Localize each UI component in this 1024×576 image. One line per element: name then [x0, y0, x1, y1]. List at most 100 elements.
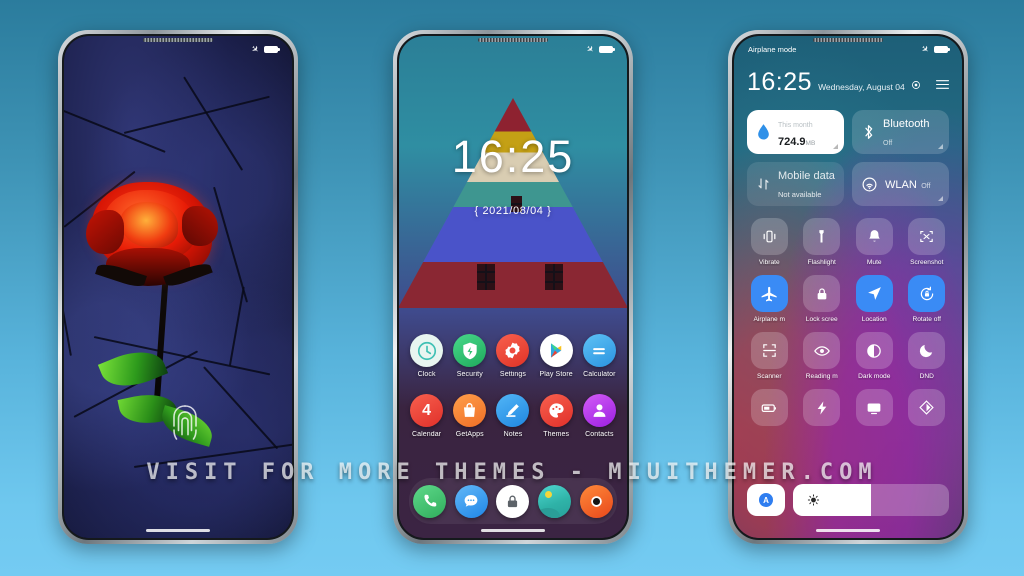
brightness-slider[interactable] [793, 484, 949, 516]
toggle-label: Screenshot [910, 259, 944, 266]
toggle-screenshot[interactable]: Screenshot [905, 218, 950, 266]
tile-sublabel: Off [921, 183, 931, 190]
home-indicator [481, 529, 545, 532]
phone-left-lockscreen: ✈ [58, 30, 298, 544]
toggle-label: Dark mode [858, 373, 891, 380]
app-contacts[interactable]: Contacts [579, 394, 619, 438]
app-label: Settings [499, 371, 527, 378]
mobile-data-tile[interactable]: Mobile data Not available [747, 162, 844, 206]
phone2-screen: 16:25 { 2021/08/04 } Clock Security Sett… [399, 36, 627, 538]
airplane-icon: ✈ [919, 42, 932, 55]
toggle-lock-screen[interactable]: Lock scree [800, 275, 845, 323]
toggle-sync-color[interactable] [905, 389, 950, 430]
fingerprint-icon[interactable] [167, 400, 203, 444]
toggle-vibrate[interactable]: Vibrate [747, 218, 792, 266]
toggle-mute[interactable]: Mute [852, 218, 897, 266]
toggle-label: Rotate off [912, 316, 941, 323]
toggle-scanner[interactable]: Scanner [747, 332, 792, 380]
earpiece-speaker [478, 38, 548, 42]
app-label: Calendar [411, 431, 442, 438]
toggle-label: Flashlight [807, 259, 836, 266]
statusbar-label: Airplane mode [748, 44, 797, 54]
screenshot-canvas: ✈ 16:25 {2021/08/04} Clock Security Se… [0, 0, 1024, 576]
phone3-screen: Airplane mode ✈ 16:25 Wednesday, August … [734, 36, 962, 538]
wlan-tile[interactable]: WLAN Off [852, 162, 949, 206]
earpiece-speaker [813, 38, 883, 42]
battery-icon [599, 45, 615, 53]
toggle-reading-mode[interactable]: Reading m [800, 332, 845, 380]
app-settings[interactable]: Settings [493, 334, 533, 378]
cc-date: Wednesday, August 04 [818, 82, 905, 92]
toggle-label: Lock scree [805, 316, 838, 323]
dock-gallery[interactable] [538, 484, 572, 518]
toggle-cast-screen[interactable] [852, 389, 897, 430]
toggle-dark-mode[interactable]: Dark mode [852, 332, 897, 380]
toggle-flashlight[interactable]: Flashlight [800, 218, 845, 266]
clock-icon [410, 334, 444, 367]
data-usage-tile[interactable]: This month 724.9MB [747, 110, 844, 154]
toggle-battery-saver[interactable] [747, 389, 792, 430]
battery-icon [934, 45, 950, 53]
dock-security[interactable] [496, 484, 530, 518]
gear-icon[interactable] [911, 80, 921, 90]
dock-phone[interactable] [413, 484, 447, 518]
dock [409, 478, 617, 524]
toggle-lightning[interactable] [800, 389, 845, 430]
dock-messages[interactable] [454, 484, 488, 518]
toggle-row-4 [747, 389, 949, 430]
dock-browser[interactable] [579, 484, 613, 518]
app-notes[interactable]: Notes [493, 394, 533, 438]
app-grid: Clock Security Settings Play Store Calcu… [399, 334, 627, 438]
lock-icon [803, 275, 841, 312]
toggle-row-2: Airplane m Lock scree Location Rotate of… [747, 275, 949, 323]
toggle-label: Location [861, 316, 887, 323]
clock-time: 16:25 [451, 131, 575, 182]
home-indicator [816, 529, 880, 532]
tile-sublabel: This month [778, 122, 813, 129]
app-label: GetApps [455, 431, 484, 438]
app-label: Contacts [585, 431, 614, 438]
cast-screen-icon [855, 389, 893, 426]
app-row-1: Clock Security Settings Play Store Calcu… [399, 334, 627, 378]
toggle-label: Mute [866, 259, 882, 266]
toggle-rotate-off[interactable]: Rotate off [905, 275, 950, 323]
home-indicator [146, 529, 210, 532]
screenshot-icon [908, 218, 946, 255]
phone-center-homescreen: 16:25 { 2021/08/04 } Clock Security Sett… [393, 30, 633, 544]
app-calendar[interactable]: 4 Calendar [407, 394, 447, 438]
toggle-airplane-mode[interactable]: Airplane m [747, 275, 792, 323]
tile-title: WLAN [885, 179, 917, 191]
big-tiles: This month 724.9MB Bluetooth Off Mobile … [747, 110, 949, 206]
location-arrow-icon [855, 275, 893, 312]
clock-date: { 2021/08/04 } [474, 205, 552, 217]
rose-wallpaper [64, 36, 292, 538]
app-themes[interactable]: Themes [536, 394, 576, 438]
app-row-2: 4 Calendar GetApps Notes Themes Contacts [399, 394, 627, 438]
app-getapps[interactable]: GetApps [450, 394, 490, 438]
app-security[interactable]: Security [450, 334, 490, 378]
control-center-header: 16:25 Wednesday, August 04 [747, 68, 949, 97]
toggle-location[interactable]: Location [852, 275, 897, 323]
geometric-wallpaper [399, 36, 627, 538]
app-play-store[interactable]: Play Store [536, 334, 576, 378]
toggle-grid: Vibrate Flashlight Mute Screenshot Airpl… [747, 218, 949, 430]
tile-sublabel: Not available [778, 190, 822, 199]
palette-icon [539, 394, 573, 427]
toggle-label: Scanner [756, 373, 782, 380]
auto-brightness-icon[interactable]: A [747, 484, 785, 516]
bluetooth-tile[interactable]: Bluetooth Off [852, 110, 949, 154]
hamburger-menu-icon[interactable] [936, 79, 949, 90]
mobile-data-icon [756, 175, 771, 193]
shield-bolt-icon [453, 334, 487, 367]
toggle-dnd[interactable]: DND [905, 332, 950, 380]
tile-value: 724.9MB [778, 136, 816, 148]
app-calculator[interactable]: Calculator [579, 334, 619, 378]
pencil-icon [496, 394, 530, 427]
toggle-label: Vibrate [758, 259, 780, 266]
tile-title: Bluetooth [883, 118, 930, 130]
app-label: Clock [417, 371, 436, 378]
app-clock[interactable]: Clock [407, 334, 447, 378]
bluetooth-icon [861, 123, 876, 141]
app-label: Notes [503, 431, 523, 438]
expand-corner-icon [938, 196, 943, 201]
